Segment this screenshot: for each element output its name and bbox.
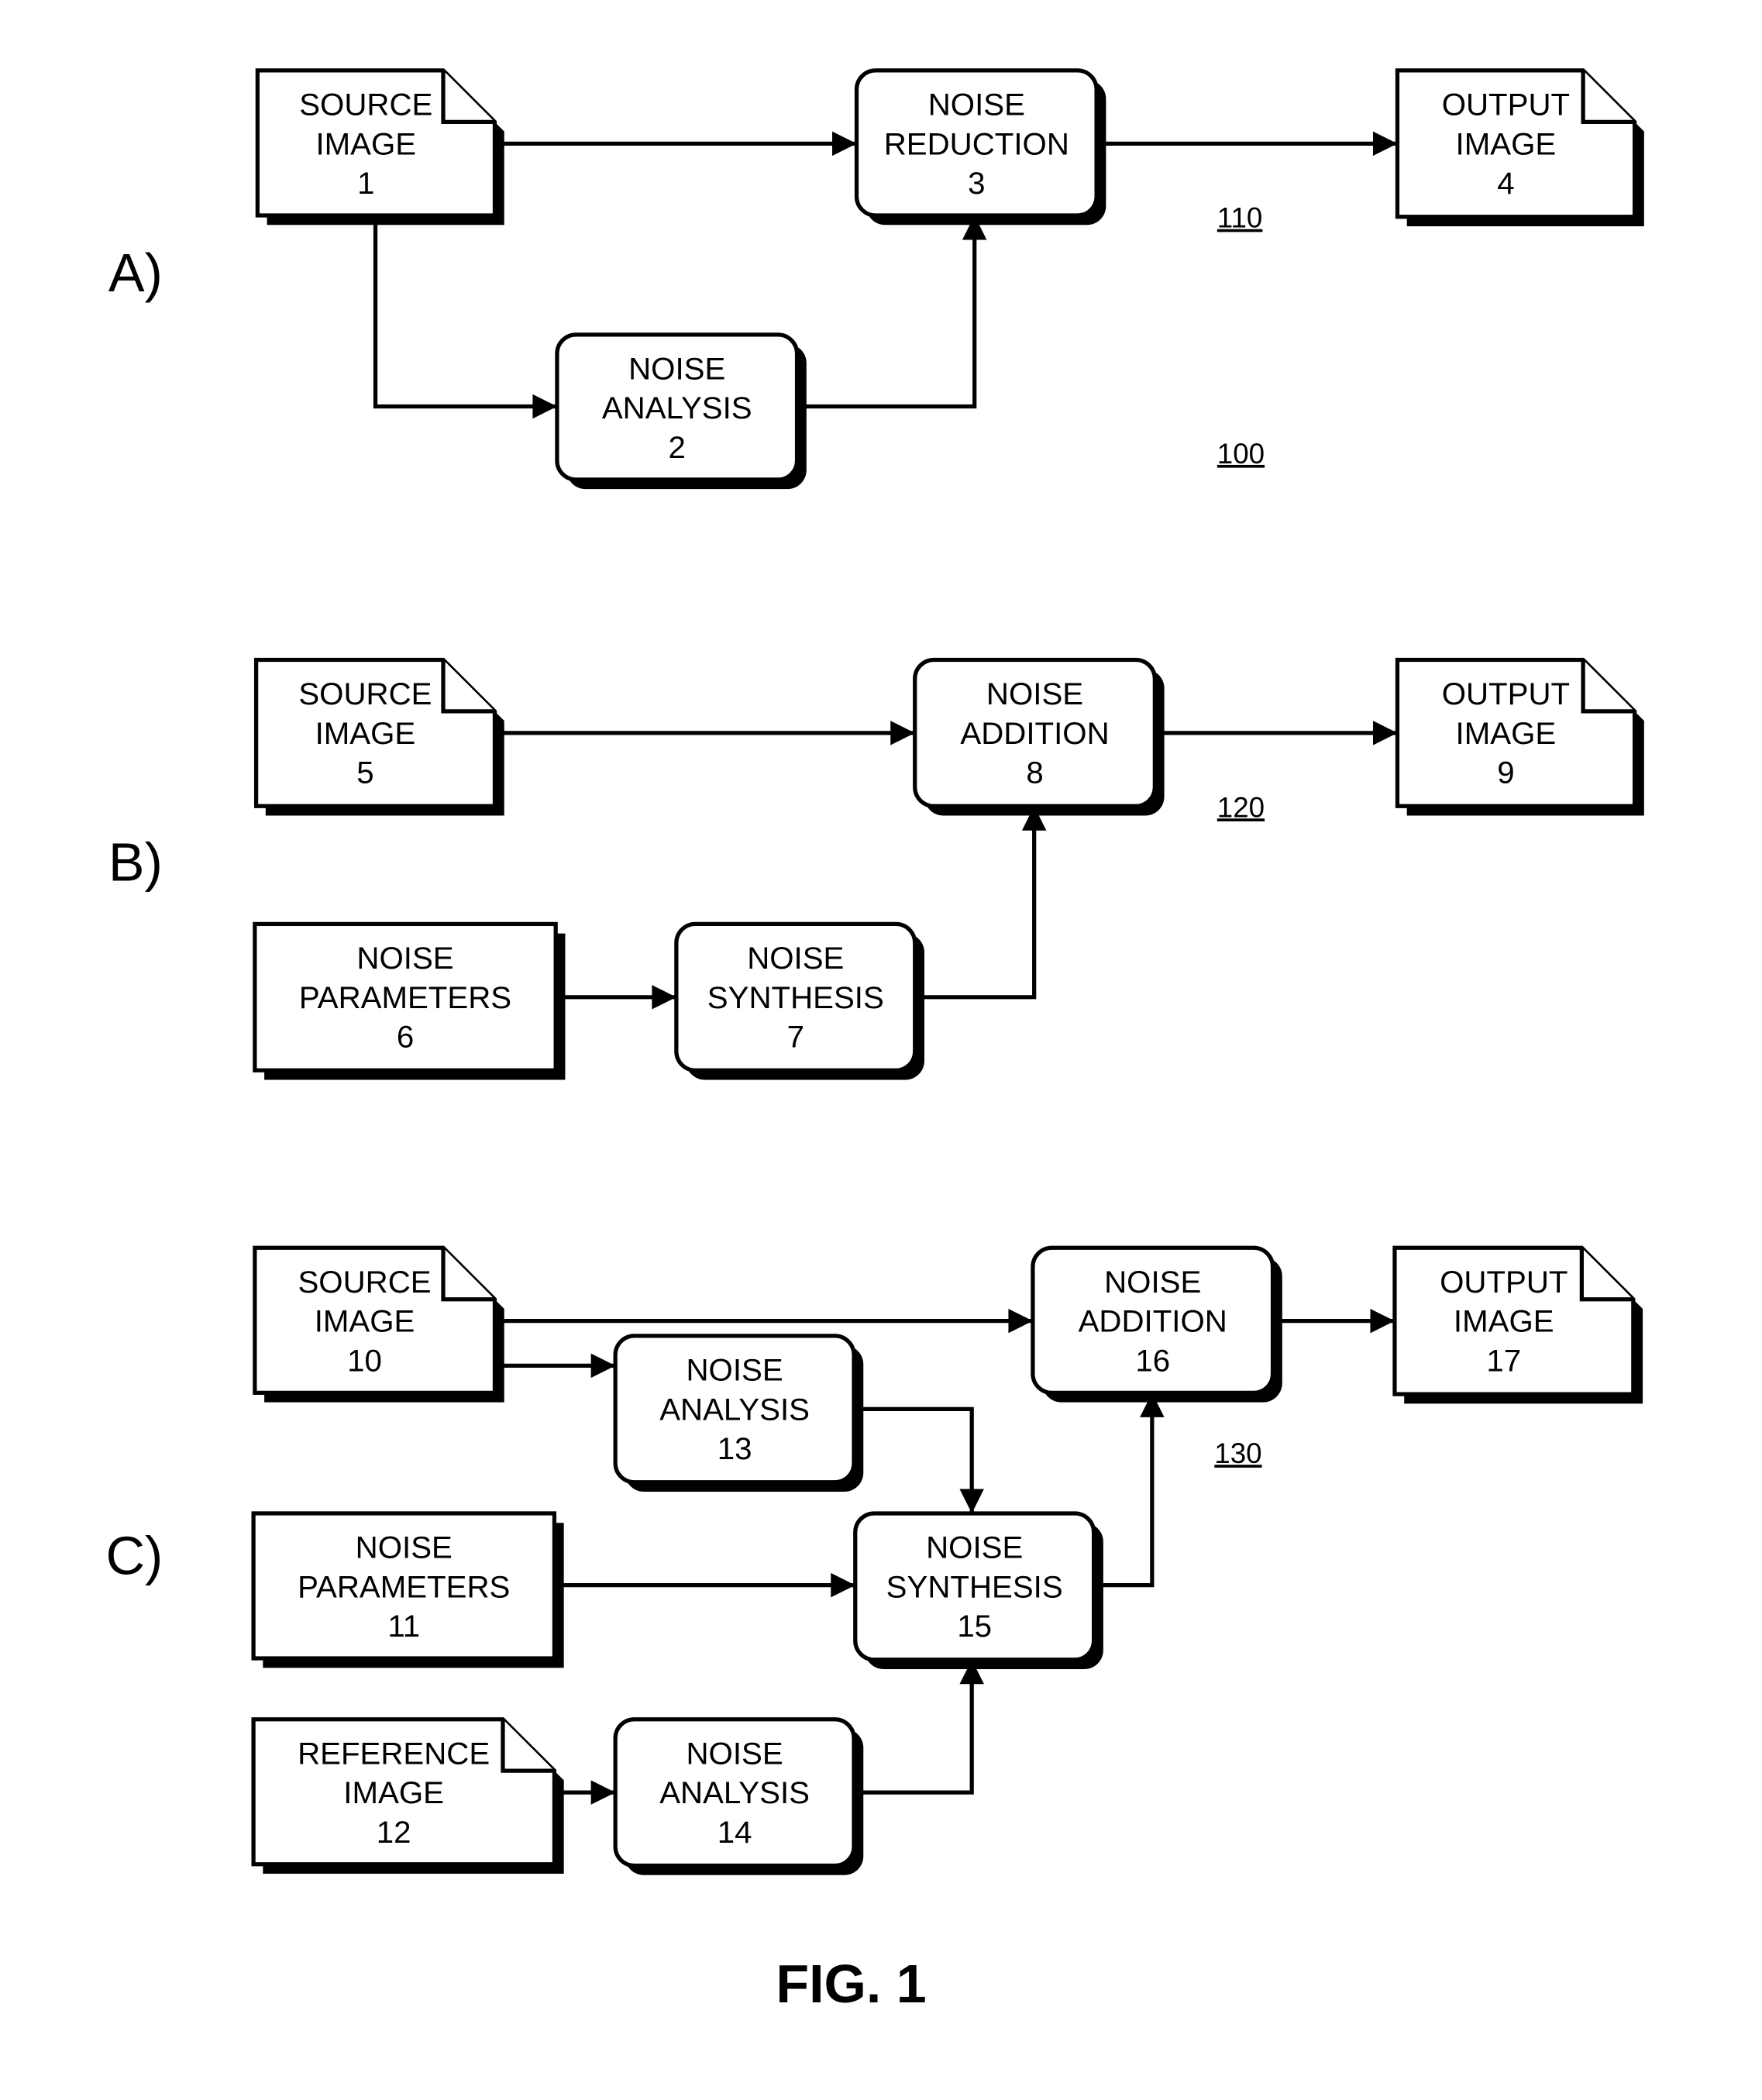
block-label-line: SOURCE: [298, 1265, 431, 1300]
block-label-line: 13: [718, 1431, 752, 1466]
block-label-line: IMAGE: [1456, 716, 1557, 751]
block-label-line: 15: [957, 1609, 992, 1644]
block-label-line: SYNTHESIS: [707, 980, 884, 1015]
arrowhead-icon: [590, 1353, 616, 1379]
arrowhead-icon: [959, 1489, 984, 1513]
block-label-line: 11: [387, 1609, 420, 1644]
block-label-line: OUTPUT: [1442, 88, 1570, 122]
block-label-line: IMAGE: [315, 716, 416, 751]
block-label-line: ANALYSIS: [659, 1775, 810, 1810]
block-label-line: ADDITION: [1079, 1304, 1227, 1339]
block-label-line: IMAGE: [315, 126, 416, 161]
block-label-line: SYNTHESIS: [886, 1569, 1063, 1604]
block-label-line: 6: [397, 1020, 414, 1055]
ref-numeral-120: 120: [1217, 791, 1265, 823]
block-label-line: REFERENCE: [298, 1736, 490, 1771]
arrowhead-icon: [1370, 1308, 1395, 1334]
block-label-line: NOISE: [747, 941, 844, 976]
block-label-line: 10: [347, 1343, 382, 1378]
block-label-line: 14: [718, 1815, 752, 1850]
block-noise-synthesis-7: NOISE SYNTHESIS 7: [674, 921, 924, 1080]
block-label-line: NOISE: [356, 941, 453, 976]
block-label-line: NOISE: [926, 1530, 1023, 1565]
block-label-line: PARAMETERS: [298, 1569, 510, 1604]
block-reference-image-12: REFERENCE IMAGE 12: [251, 1717, 564, 1875]
arrowhead-icon: [1008, 1308, 1033, 1334]
block-label-line: NOISE: [628, 352, 725, 387]
block-label-line: NOISE: [986, 676, 1083, 711]
block-noise-addition-8: NOISE ADDITION 8: [913, 657, 1165, 816]
block-label-line: 5: [356, 756, 373, 790]
block-label-line: IMAGE: [315, 1304, 415, 1339]
ref-numeral-130: 130: [1214, 1437, 1261, 1469]
block-source-image-1: SOURCE IMAGE 1: [255, 68, 504, 225]
arrowhead-icon: [890, 721, 915, 745]
arrowhead-icon: [832, 131, 857, 157]
block-label-line: NOISE: [686, 1736, 783, 1771]
fig1-diagram: A) B) C) 110 100 120 130 FIG. 1 SOURCEIM…: [105, 68, 1644, 2014]
block-label-line: IMAGE: [343, 1775, 444, 1810]
block-label-line: 8: [1026, 756, 1043, 790]
block-label-line: ANALYSIS: [602, 391, 752, 425]
block-output-image-4: OUTPUT IMAGE 4: [1395, 68, 1644, 226]
block-label-line: REDUCTION: [884, 126, 1069, 161]
section-label-c: C): [105, 1526, 163, 1586]
block-label-line: IMAGE: [1456, 126, 1557, 161]
arrowhead-icon: [590, 1780, 616, 1805]
block-label-line: NOISE: [356, 1530, 453, 1565]
block-label-line: SOURCE: [298, 676, 432, 711]
block-label-line: ANALYSIS: [659, 1392, 810, 1427]
arrowhead-icon: [652, 985, 676, 1010]
block-label-line: OUTPUT: [1440, 1265, 1568, 1300]
block-label-line: ADDITION: [960, 716, 1109, 751]
block-noise-parameters-11: NOISE PARAMETERS 11: [251, 1511, 564, 1668]
block-noise-reduction-3: NOISE REDUCTION 3: [854, 68, 1106, 225]
block-label-line: PARAMETERS: [299, 980, 511, 1015]
section-label-b: B): [108, 831, 163, 892]
block-label-line: 2: [669, 430, 686, 465]
arrowhead-icon: [1372, 131, 1398, 157]
block-source-image-10: SOURCE IMAGE 10: [253, 1245, 504, 1403]
block-noise-parameters-6: NOISE PARAMETERS 6: [253, 921, 566, 1080]
block-noise-analysis-2: NOISE ANALYSIS 2: [555, 332, 807, 490]
block-label-line: 12: [377, 1815, 411, 1850]
block-label-line: NOISE: [1104, 1265, 1201, 1300]
block-label-line: SOURCE: [299, 88, 432, 122]
ref-numeral-110: 110: [1217, 202, 1263, 234]
block-noise-analysis-14: NOISE ANALYSIS 14: [613, 1717, 864, 1875]
block-label-line: IMAGE: [1454, 1304, 1554, 1339]
block-label-line: 3: [968, 166, 985, 201]
block-output-image-17: OUTPUT IMAGE 17: [1392, 1245, 1643, 1404]
block-noise-addition-16: NOISE ADDITION 16: [1031, 1245, 1282, 1403]
block-label-line: 1: [357, 166, 374, 201]
connector-line: [914, 806, 1037, 1000]
block-label-line: 7: [787, 1020, 804, 1055]
ref-numeral-100: 100: [1217, 438, 1265, 470]
figure-caption: FIG. 1: [776, 1954, 926, 2014]
arrowhead-icon: [831, 1572, 855, 1598]
block-label-line: 4: [1497, 166, 1514, 201]
arrowhead-icon: [1372, 721, 1398, 745]
block-label-line: OUTPUT: [1442, 676, 1570, 711]
connector-line: [373, 215, 557, 409]
block-label-line: 16: [1135, 1343, 1170, 1378]
connector-line: [854, 1406, 974, 1513]
block-source-image-5: SOURCE IMAGE 5: [253, 657, 504, 816]
block-noise-synthesis-15: NOISE SYNTHESIS 15: [853, 1511, 1103, 1670]
arrowhead-icon: [532, 394, 557, 419]
connector-line: [797, 215, 977, 409]
block-noise-analysis-13: NOISE ANALYSIS 13: [613, 1334, 864, 1492]
connector-line: [854, 1659, 974, 1795]
block-label-line: NOISE: [928, 88, 1025, 122]
block-label-line: 9: [1497, 756, 1514, 790]
block-output-image-9: OUTPUT IMAGE 9: [1395, 657, 1644, 816]
block-label-line: NOISE: [686, 1353, 783, 1388]
block-label-line: 17: [1486, 1343, 1521, 1378]
section-label-a: A): [108, 243, 163, 303]
